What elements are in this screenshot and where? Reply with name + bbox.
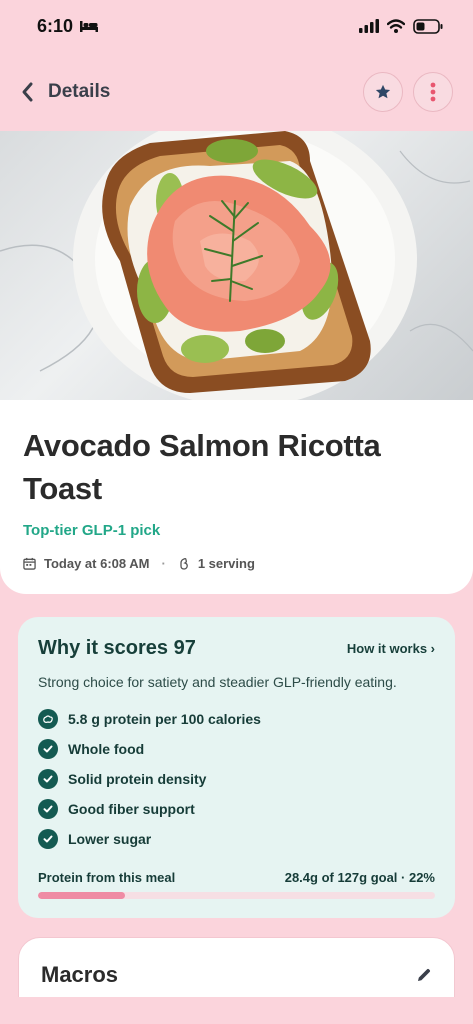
header: Details (0, 66, 473, 118)
bed-icon (80, 21, 99, 32)
servings: 1 serving (197, 556, 255, 571)
protein-label: Protein from this meal (38, 870, 176, 885)
score-title: Why it scores 97 (38, 637, 196, 659)
toast-illustration (0, 131, 473, 402)
page-title: Details (48, 81, 111, 102)
status-time: 6:10 (37, 16, 99, 37)
macros-header: Macros (41, 962, 432, 988)
edit-pencil-icon[interactable] (416, 967, 432, 983)
logged-time: Today at 6:08 AM (44, 556, 150, 571)
protein-progress-fill (38, 892, 126, 899)
check-icon (38, 829, 58, 849)
back-button[interactable]: Details (20, 81, 110, 103)
macros-title: Macros (41, 962, 119, 987)
recipe-title-card: Avocado Salmon Ricotta Toast Top-tier GL… (0, 400, 473, 594)
list-item: Good fiber support (38, 794, 435, 824)
wifi-icon (387, 19, 405, 33)
check-label: Lower sugar (68, 831, 152, 847)
more-vertical-icon (430, 82, 436, 102)
list-item: Solid protein density (38, 764, 435, 794)
time-text: 6:10 (37, 15, 74, 36)
check-label: Whole food (68, 741, 145, 757)
protein-value: 28.4g of 127g goal · 22% (284, 870, 435, 885)
protein-icon (38, 709, 58, 729)
list-item: Whole food (38, 734, 435, 764)
serving-icon (180, 558, 188, 570)
check-label: Good fiber support (68, 801, 195, 817)
recipe-tag: Top-tier GLP-1 pick (23, 522, 161, 539)
check-label: Solid protein density (68, 771, 207, 787)
score-description: Strong choice for satiety and steadier G… (38, 674, 397, 690)
star-icon (375, 84, 391, 99)
more-options-button[interactable] (413, 72, 453, 112)
favorite-button[interactable] (363, 72, 403, 112)
score-header: Why it scores 97 How it works › (38, 637, 435, 660)
meta-separator: · (161, 556, 166, 571)
battery-icon (413, 18, 443, 34)
recipe-meta: Today at 6:08 AM · 1 serving (23, 556, 450, 571)
check-icon (38, 769, 58, 789)
list-item: 5.8 g protein per 100 calories (38, 704, 435, 734)
check-label: 5.8 g protein per 100 calories (68, 711, 261, 727)
protein-summary: Protein from this meal 28.4g of 127g goa… (38, 870, 435, 885)
check-icon (38, 799, 58, 819)
header-actions (363, 72, 453, 112)
calendar-icon (23, 557, 36, 570)
signal-icon (359, 19, 379, 33)
recipe-title: Avocado Salmon Ricotta Toast (23, 428, 381, 506)
home-indicator-area (0, 997, 473, 1024)
chevron-left-icon (22, 82, 33, 102)
score-checklist: 5.8 g protein per 100 calories Whole foo… (38, 704, 435, 854)
recipe-photo (0, 131, 473, 402)
status-icons (359, 18, 443, 34)
how-it-works-link[interactable]: How it works › (347, 641, 435, 656)
status-bar: 6:10 (0, 0, 473, 52)
protein-progress-bar (38, 892, 435, 899)
check-icon (38, 739, 58, 759)
score-card: Why it scores 97 How it works › Strong c… (18, 617, 455, 918)
list-item: Lower sugar (38, 824, 435, 854)
